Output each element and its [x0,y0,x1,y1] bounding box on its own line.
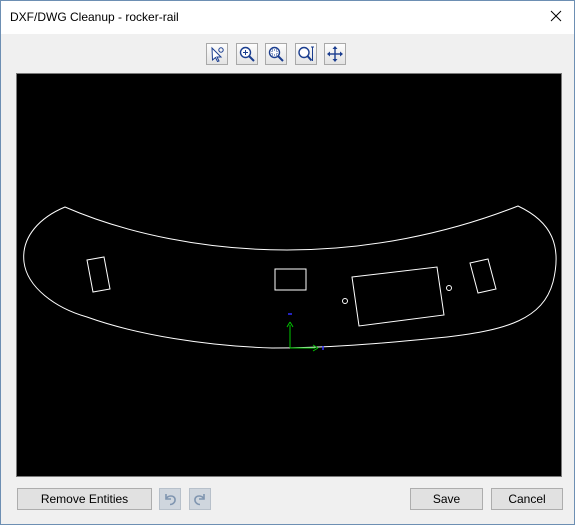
close-icon [550,10,562,22]
pan-button[interactable] [324,43,346,65]
select-entities-icon [211,46,224,63]
center-slot[interactable] [274,268,307,291]
remove-entities-button[interactable]: Remove Entities [17,488,152,510]
undo-icon [165,494,176,506]
left-hole[interactable] [342,298,348,304]
window-title: DXF/DWG Cleanup - rocker-rail [10,10,179,24]
title-bar[interactable]: DXF/DWG Cleanup - rocker-rail [1,1,574,34]
pan-icon [327,46,343,62]
cancel-label: Cancel [508,492,546,506]
drawing-canvas[interactable] [17,74,561,476]
save-button[interactable]: Save [410,488,483,510]
left-slot[interactable] [86,256,111,293]
zoom-button[interactable] [236,43,258,65]
zoom-window-icon [268,46,284,62]
zoom-fit-button[interactable] [295,43,317,65]
save-label: Save [432,492,461,506]
select-entities-button[interactable] [206,43,228,65]
redo-button[interactable] [189,488,211,510]
right-hole[interactable] [446,285,452,291]
undo-button[interactable] [159,488,181,510]
zoom-window-button[interactable] [265,43,287,65]
large-slot[interactable] [351,266,445,327]
origin-axes [286,313,324,352]
dialog-window: DXF/DWG Cleanup - rocker-rail Remove Ent… [0,0,575,525]
zoom-fit-icon [298,46,314,62]
remove-entities-label: Remove Entities [40,492,129,506]
right-slot[interactable] [469,258,497,294]
view-toolbar [1,43,574,69]
zoom-icon [239,46,255,62]
redo-icon [194,494,205,506]
close-button[interactable] [538,1,574,31]
drawing-viewport[interactable] [16,73,562,477]
cancel-button[interactable]: Cancel [491,488,563,510]
